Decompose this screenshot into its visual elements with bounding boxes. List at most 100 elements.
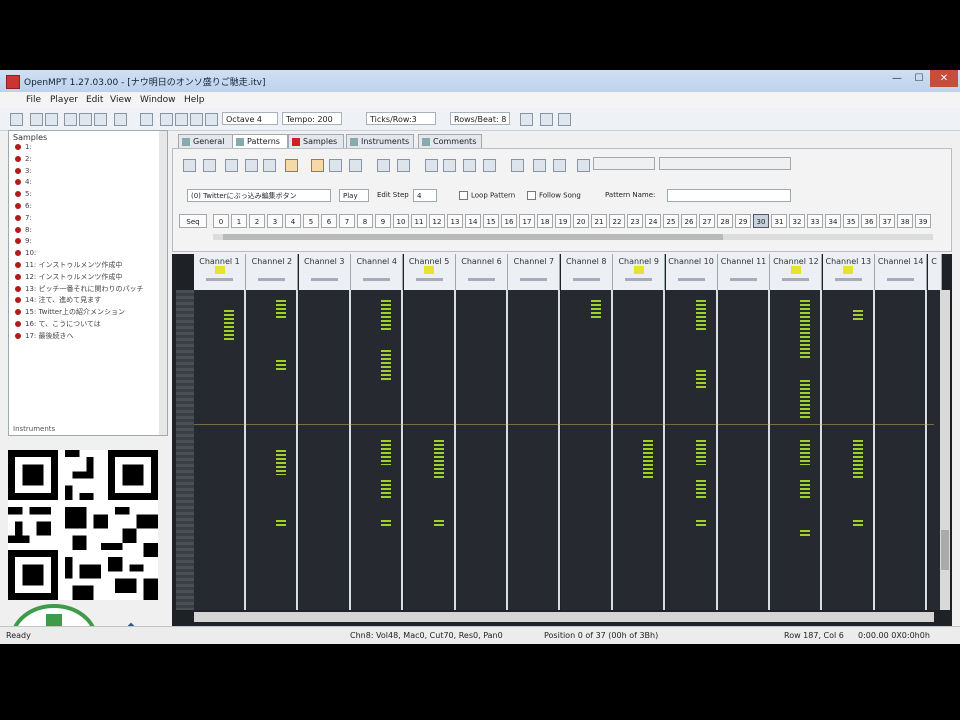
note-cells[interactable] xyxy=(800,530,811,536)
channel-column[interactable] xyxy=(613,290,666,610)
ticks-row-field[interactable]: Ticks/Row:3 xyxy=(366,112,436,125)
pattern-horizontal-scrollbar[interactable] xyxy=(194,612,934,622)
rows-beat-field[interactable]: Rows/Beat: 8 xyxy=(450,112,510,125)
follow-song-checkbox[interactable]: Follow Song xyxy=(527,191,581,200)
note-cells[interactable] xyxy=(695,440,706,465)
order-item[interactable]: 13 xyxy=(447,214,463,228)
channel-column[interactable] xyxy=(560,290,613,610)
sample-item[interactable]: 14: 注て、進めて見ます xyxy=(15,296,101,304)
note-cells[interactable] xyxy=(381,480,392,500)
note-cells[interactable] xyxy=(276,450,287,475)
sample-item[interactable]: 4: xyxy=(15,178,32,186)
channel-column[interactable] xyxy=(718,290,770,610)
note-cells[interactable] xyxy=(590,300,601,320)
order-item[interactable]: 26 xyxy=(681,214,697,228)
cursor-icon[interactable] xyxy=(329,159,342,172)
note-cells[interactable] xyxy=(276,520,287,528)
pattern-properties-icon[interactable] xyxy=(203,159,216,172)
play-row-icon[interactable] xyxy=(263,159,276,172)
menu-view[interactable]: View xyxy=(110,95,131,105)
sample-item[interactable]: 7: xyxy=(15,214,32,222)
channel-column[interactable] xyxy=(351,290,404,610)
order-item[interactable]: 10 xyxy=(393,214,409,228)
channel-header[interactable]: Channel 14 xyxy=(875,254,928,290)
order-item[interactable]: 39 xyxy=(915,214,931,228)
sample-item[interactable]: 15: Twitter上の紹介メンション xyxy=(15,308,125,316)
pattern-vertical-scrollbar[interactable] xyxy=(940,290,950,610)
channel-column[interactable] xyxy=(246,290,299,610)
order-scrollbar[interactable] xyxy=(213,234,933,240)
order-item[interactable]: 33 xyxy=(807,214,823,228)
tab-samples[interactable]: Samples xyxy=(288,134,344,148)
sample-item[interactable]: 10: xyxy=(15,249,36,257)
channel-column[interactable] xyxy=(298,290,351,610)
split-icon[interactable] xyxy=(397,159,410,172)
note-cells[interactable] xyxy=(800,300,811,360)
order-scrollbar-thumb[interactable] xyxy=(223,234,723,240)
note-cells[interactable] xyxy=(276,360,287,370)
order-item[interactable]: 5 xyxy=(303,214,319,228)
octave-down-icon[interactable] xyxy=(533,159,546,172)
note-cells[interactable] xyxy=(643,440,654,480)
tempo-field[interactable]: Tempo: 200 xyxy=(282,112,342,125)
channel-header[interactable]: Channel 13 xyxy=(822,254,875,290)
sample-item[interactable]: 6: xyxy=(15,202,32,210)
channel-column[interactable] xyxy=(403,290,456,610)
close-button[interactable]: ✕ xyxy=(930,70,958,87)
channel-header[interactable]: Channel 12 xyxy=(770,254,823,290)
order-item[interactable]: 28 xyxy=(717,214,733,228)
order-item[interactable]: 29 xyxy=(735,214,751,228)
order-item[interactable]: 8 xyxy=(357,214,373,228)
order-item[interactable]: 36 xyxy=(861,214,877,228)
undo-icon[interactable] xyxy=(425,159,438,172)
order-item[interactable]: 0 xyxy=(213,214,229,228)
note-cells[interactable] xyxy=(381,350,392,380)
channel-header[interactable]: Channel 5 xyxy=(403,254,456,290)
note-cells[interactable] xyxy=(276,300,287,320)
grid-icon[interactable] xyxy=(443,159,456,172)
tab-general[interactable]: General xyxy=(178,134,234,148)
channel-column[interactable] xyxy=(456,290,508,610)
order-item[interactable]: 37 xyxy=(879,214,895,228)
stop-pattern-icon[interactable] xyxy=(285,159,298,172)
order-item[interactable]: 2 xyxy=(249,214,265,228)
note-cells[interactable] xyxy=(224,310,234,340)
sample-item[interactable]: 13: ピッチ一番それに関わりのパッチ xyxy=(15,285,144,293)
order-item[interactable]: 16 xyxy=(501,214,517,228)
note-cells[interactable] xyxy=(381,440,392,465)
tab-instruments[interactable]: Instruments xyxy=(346,134,414,148)
order-item[interactable]: 38 xyxy=(897,214,913,228)
note-cells[interactable] xyxy=(381,300,392,330)
order-item[interactable]: 21 xyxy=(591,214,607,228)
order-item[interactable]: 18 xyxy=(537,214,553,228)
order-item[interactable]: 17 xyxy=(519,214,535,228)
help-icon[interactable] xyxy=(558,113,571,126)
note-cells[interactable] xyxy=(852,440,863,480)
new-pattern-icon[interactable] xyxy=(183,159,196,172)
cut-icon[interactable] xyxy=(64,113,77,126)
order-item[interactable]: 23 xyxy=(627,214,643,228)
menu-help[interactable]: Help xyxy=(184,95,205,105)
pattern-vertical-scrollbar-thumb[interactable] xyxy=(941,530,949,570)
order-item[interactable]: 9 xyxy=(375,214,391,228)
order-item[interactable]: 1 xyxy=(231,214,247,228)
samples-scrollbar[interactable] xyxy=(159,131,167,435)
metronome-icon[interactable] xyxy=(520,113,533,126)
channel-header[interactable]: Channel 8 xyxy=(560,254,613,290)
note-cells[interactable] xyxy=(433,440,444,480)
play-song-icon[interactable] xyxy=(175,113,188,126)
sample-item[interactable]: 9: xyxy=(15,237,32,245)
channel-manager-icon[interactable] xyxy=(349,159,362,172)
title-bar[interactable]: OpenMPT 1.27.03.00 - [ナウ明日のオンソ盛りご馳走.itv]… xyxy=(0,70,960,92)
channel-column[interactable] xyxy=(508,290,561,610)
previous-icon[interactable] xyxy=(160,113,173,126)
midi-icon[interactable] xyxy=(140,113,153,126)
channel-header[interactable]: Channel 3 xyxy=(298,254,351,290)
menu-window[interactable]: Window xyxy=(140,95,176,105)
instrument-name-field[interactable] xyxy=(659,157,791,170)
channel-column[interactable] xyxy=(875,290,928,610)
save-file-icon[interactable] xyxy=(45,113,58,126)
channel-header[interactable]: Channel 2 xyxy=(246,254,299,290)
sample-icon[interactable] xyxy=(511,159,524,172)
play-button[interactable]: Play xyxy=(339,189,369,202)
